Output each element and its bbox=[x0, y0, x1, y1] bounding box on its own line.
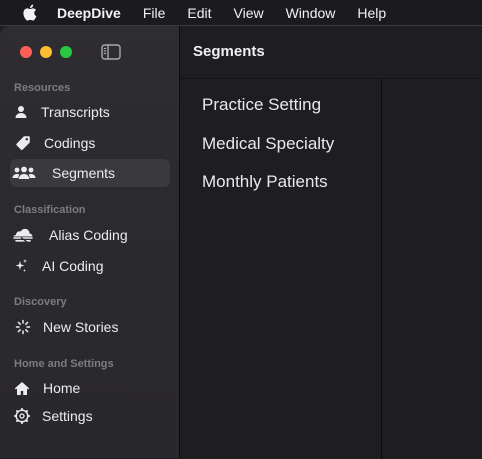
close-window-button[interactable] bbox=[20, 46, 32, 58]
sidebar-item-label: AI Coding bbox=[42, 258, 104, 274]
app-name-menu[interactable]: DeepDive bbox=[57, 5, 121, 21]
app-window: Resources Transcripts Codings Segments C… bbox=[0, 25, 482, 459]
sidebar-item-ai-coding[interactable]: AI Coding bbox=[10, 252, 170, 280]
people-group-icon bbox=[10, 164, 38, 182]
menu-view[interactable]: View bbox=[234, 5, 264, 21]
minimize-window-button[interactable] bbox=[40, 46, 52, 58]
sidebar-item-label: Codings bbox=[44, 135, 96, 151]
menu-edit[interactable]: Edit bbox=[187, 5, 211, 21]
menu-file[interactable]: File bbox=[143, 5, 166, 21]
sparkles-icon bbox=[10, 257, 32, 275]
cloud-stack-icon bbox=[10, 226, 36, 244]
menu-help[interactable]: Help bbox=[357, 5, 386, 21]
section-label-resources: Resources bbox=[14, 82, 71, 94]
sidebar-item-label: New Stories bbox=[43, 319, 119, 335]
page-title: Segments bbox=[193, 43, 265, 60]
tag-icon bbox=[12, 134, 34, 152]
section-label-discovery: Discovery bbox=[14, 296, 67, 308]
sidebar-item-label: Home bbox=[43, 380, 81, 396]
sidebar-item-transcripts[interactable]: Transcripts bbox=[10, 98, 170, 126]
window-controls bbox=[20, 46, 72, 58]
loading-spinner-icon bbox=[12, 318, 34, 336]
sidebar-item-settings[interactable]: Settings bbox=[10, 402, 170, 430]
apple-logo-icon[interactable] bbox=[21, 4, 37, 22]
house-icon bbox=[11, 379, 33, 397]
sidebar-item-new-stories[interactable]: New Stories bbox=[10, 313, 170, 341]
segments-list: Practice Setting Medical Specialty Month… bbox=[181, 79, 381, 459]
person-icon bbox=[10, 103, 32, 121]
list-item-practice-setting[interactable]: Practice Setting bbox=[202, 95, 321, 115]
column-divider[interactable] bbox=[381, 79, 382, 459]
gear-icon bbox=[11, 407, 33, 425]
sidebar-item-home[interactable]: Home bbox=[10, 374, 170, 402]
section-label-home-and-settings: Home and Settings bbox=[14, 358, 114, 370]
sidebar-item-label: Settings bbox=[42, 408, 93, 424]
sidebar-item-label: Alias Coding bbox=[49, 227, 128, 243]
sidebar-item-label: Segments bbox=[52, 165, 116, 181]
sidebar-item-label: Transcripts bbox=[41, 104, 110, 120]
list-item-monthly-patients[interactable]: Monthly Patients bbox=[202, 172, 328, 192]
sidebar-toggle-icon[interactable] bbox=[100, 43, 122, 61]
menu-window[interactable]: Window bbox=[286, 5, 336, 21]
menu-bar: DeepDive File Edit View Window Help bbox=[0, 0, 482, 25]
sidebar-item-segments[interactable]: Segments bbox=[10, 159, 170, 187]
sidebar: Resources Transcripts Codings Segments C… bbox=[0, 26, 180, 458]
sidebar-item-alias-coding[interactable]: Alias Coding bbox=[10, 221, 170, 249]
list-item-medical-specialty[interactable]: Medical Specialty bbox=[202, 134, 334, 154]
section-label-classification: Classification bbox=[14, 204, 86, 216]
zoom-window-button[interactable] bbox=[60, 46, 72, 58]
sidebar-item-codings[interactable]: Codings bbox=[10, 129, 170, 157]
